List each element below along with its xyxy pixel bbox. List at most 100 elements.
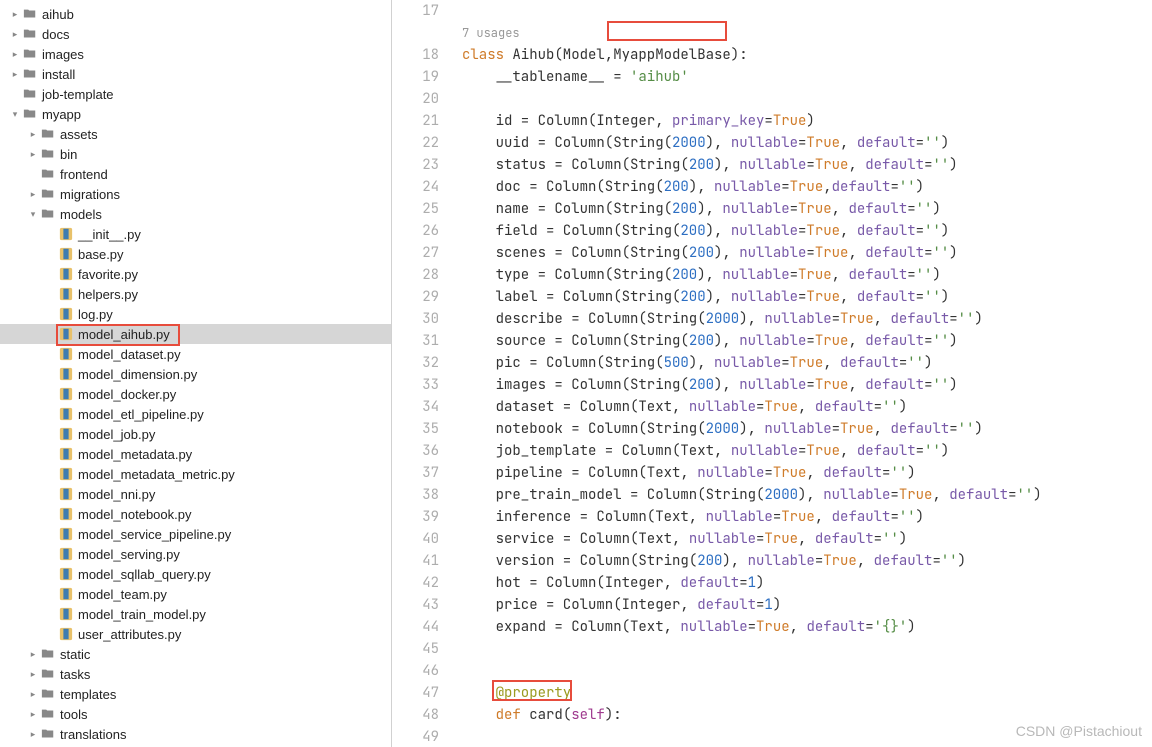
code-line-29[interactable]: label = Column(String(200), nullable=Tru…	[462, 286, 1152, 308]
tree-item-base-py[interactable]: ▸base.py	[0, 244, 391, 264]
chevron-right-icon[interactable]: ▸	[8, 7, 22, 21]
code-line-32[interactable]: pic = Column(String(500), nullable=True,…	[462, 352, 1152, 374]
tree-item-log-py[interactable]: ▸log.py	[0, 304, 391, 324]
tree-item-user_attributes-py[interactable]: ▸user_attributes.py	[0, 624, 391, 644]
code-line-27[interactable]: scenes = Column(String(200), nullable=Tr…	[462, 242, 1152, 264]
code-line-24[interactable]: doc = Column(String(200), nullable=True,…	[462, 176, 1152, 198]
code-line-39[interactable]: inference = Column(Text, nullable=True, …	[462, 506, 1152, 528]
tree-item-aihub[interactable]: ▸ aihub	[0, 4, 391, 24]
code-line-26[interactable]: field = Column(String(200), nullable=Tru…	[462, 220, 1152, 242]
tree-item-helpers-py[interactable]: ▸helpers.py	[0, 284, 391, 304]
code-line-35[interactable]: notebook = Column(String(2000), nullable…	[462, 418, 1152, 440]
tree-item-myapp[interactable]: ▾myapp	[0, 104, 391, 124]
chevron-down-icon[interactable]: ▾	[26, 207, 40, 221]
code-line-42[interactable]: hot = Column(Integer, default=1)	[462, 572, 1152, 594]
chevron-right-icon[interactable]: ▸	[26, 127, 40, 141]
code-line-40[interactable]: service = Column(Text, nullable=True, de…	[462, 528, 1152, 550]
tree-item-model_metadata-py[interactable]: ▸model_metadata.py	[0, 444, 391, 464]
code-line-22[interactable]: uuid = Column(String(2000), nullable=Tru…	[462, 132, 1152, 154]
code-content[interactable]: 7 usagesclass Aihub(Model,MyappModelBase…	[462, 0, 1152, 747]
code-line-31[interactable]: source = Column(String(200), nullable=Tr…	[462, 330, 1152, 352]
tree-item-favorite-py[interactable]: ▸favorite.py	[0, 264, 391, 284]
code-line-30[interactable]: describe = Column(String(2000), nullable…	[462, 308, 1152, 330]
tree-item-job-template[interactable]: ▸job-template	[0, 84, 391, 104]
tree-item-__init__-py[interactable]: ▸__init__.py	[0, 224, 391, 244]
chevron-right-icon[interactable]: ▸	[26, 707, 40, 721]
chevron-down-icon[interactable]: ▾	[8, 107, 22, 121]
tree-item-label: aihub	[42, 7, 74, 22]
python-file-icon	[58, 346, 74, 362]
line-number: 28	[392, 264, 439, 286]
code-line-28[interactable]: type = Column(String(200), nullable=True…	[462, 264, 1152, 286]
tree-item-model_aihub-py[interactable]: ▸model_aihub.py	[0, 324, 391, 344]
code-line-17[interactable]	[462, 0, 1152, 22]
tree-item-model_service_pipeline-py[interactable]: ▸model_service_pipeline.py	[0, 524, 391, 544]
tree-item-label: model_sqllab_query.py	[78, 567, 211, 582]
tree-item-tools[interactable]: ▸tools	[0, 704, 391, 724]
chevron-right-icon[interactable]: ▸	[8, 27, 22, 41]
tree-item-static[interactable]: ▸static	[0, 644, 391, 664]
tree-item-migrations[interactable]: ▸ migrations	[0, 184, 391, 204]
code-line-20[interactable]	[462, 88, 1152, 110]
code-line-21[interactable]: id = Column(Integer, primary_key=True)	[462, 110, 1152, 132]
code-line-41[interactable]: version = Column(String(200), nullable=T…	[462, 550, 1152, 572]
line-number: 26	[392, 220, 439, 242]
chevron-right-icon[interactable]: ▸	[26, 647, 40, 661]
code-line-18[interactable]: class Aihub(Model,MyappModelBase):	[462, 44, 1152, 66]
tree-item-assets[interactable]: ▸assets	[0, 124, 391, 144]
code-line-37[interactable]: pipeline = Column(Text, nullable=True, d…	[462, 462, 1152, 484]
tree-item-docs[interactable]: ▸docs	[0, 24, 391, 44]
tree-item-translations[interactable]: ▸translations	[0, 724, 391, 744]
chevron-right-icon[interactable]: ▸	[8, 47, 22, 61]
code-line-34[interactable]: dataset = Column(Text, nullable=True, de…	[462, 396, 1152, 418]
tree-item-model_dimension-py[interactable]: ▸model_dimension.py	[0, 364, 391, 384]
tree-item-templates[interactable]: ▸templates	[0, 684, 391, 704]
tree-item-label: model_service_pipeline.py	[78, 527, 231, 542]
tree-item-model_sqllab_query-py[interactable]: ▸model_sqllab_query.py	[0, 564, 391, 584]
usages-hint[interactable]: 7 usages	[462, 22, 1152, 44]
code-line-36[interactable]: job_template = Column(Text, nullable=Tru…	[462, 440, 1152, 462]
tree-item-bin[interactable]: ▸bin	[0, 144, 391, 164]
chevron-right-icon[interactable]: ▸	[26, 147, 40, 161]
code-line-19[interactable]: __tablename__ = 'aihub'	[462, 66, 1152, 88]
code-line-44[interactable]: expand = Column(Text, nullable=True, def…	[462, 616, 1152, 638]
code-line-46[interactable]	[462, 660, 1152, 682]
code-line-45[interactable]	[462, 638, 1152, 660]
chevron-right-icon[interactable]: ▸	[26, 667, 40, 681]
code-line-23[interactable]: status = Column(String(200), nullable=Tr…	[462, 154, 1152, 176]
tree-item-model_train_model-py[interactable]: ▸model_train_model.py	[0, 604, 391, 624]
chevron-right-icon[interactable]: ▸	[26, 187, 40, 201]
python-file-icon	[58, 386, 74, 402]
tree-item-frontend[interactable]: ▸frontend	[0, 164, 391, 184]
tree-item-images[interactable]: ▸ images	[0, 44, 391, 64]
tree-item-model_team-py[interactable]: ▸model_team.py	[0, 584, 391, 604]
tree-item-model_notebook-py[interactable]: ▸model_notebook.py	[0, 504, 391, 524]
line-number: 33	[392, 374, 439, 396]
tree-item-model_job-py[interactable]: ▸model_job.py	[0, 424, 391, 444]
code-line-38[interactable]: pre_train_model = Column(String(2000), n…	[462, 484, 1152, 506]
tree-item-model_nni-py[interactable]: ▸model_nni.py	[0, 484, 391, 504]
code-line-47[interactable]: @property	[462, 682, 1152, 704]
tree-item-models[interactable]: ▾models	[0, 204, 391, 224]
tree-item-label: model_metadata.py	[78, 447, 192, 462]
tree-item-tasks[interactable]: ▸tasks	[0, 664, 391, 684]
tree-item-model_serving-py[interactable]: ▸model_serving.py	[0, 544, 391, 564]
folder-icon	[22, 26, 38, 42]
code-editor[interactable]: 1718192021222324252627282930313233343536…	[392, 0, 1152, 747]
tree-item-install[interactable]: ▸install	[0, 64, 391, 84]
code-line-33[interactable]: images = Column(String(200), nullable=Tr…	[462, 374, 1152, 396]
chevron-right-icon[interactable]: ▸	[8, 67, 22, 81]
tree-item-model_metadata_metric-py[interactable]: ▸model_metadata_metric.py	[0, 464, 391, 484]
tree-item-model_dataset-py[interactable]: ▸model_dataset.py	[0, 344, 391, 364]
tree-item-label: images	[42, 47, 84, 62]
python-file-icon	[58, 586, 74, 602]
chevron-right-icon[interactable]: ▸	[26, 727, 40, 741]
code-line-43[interactable]: price = Column(Integer, default=1)	[462, 594, 1152, 616]
tree-item-model_etl_pipeline-py[interactable]: ▸model_etl_pipeline.py	[0, 404, 391, 424]
code-line-25[interactable]: name = Column(String(200), nullable=True…	[462, 198, 1152, 220]
tree-item-label: migrations	[60, 187, 120, 202]
chevron-right-icon[interactable]: ▸	[26, 687, 40, 701]
line-number: 40	[392, 528, 439, 550]
project-tree[interactable]: ▸aihub▸docs▸images▸install▸job-template▾…	[0, 0, 392, 747]
tree-item-model_docker-py[interactable]: ▸model_docker.py	[0, 384, 391, 404]
